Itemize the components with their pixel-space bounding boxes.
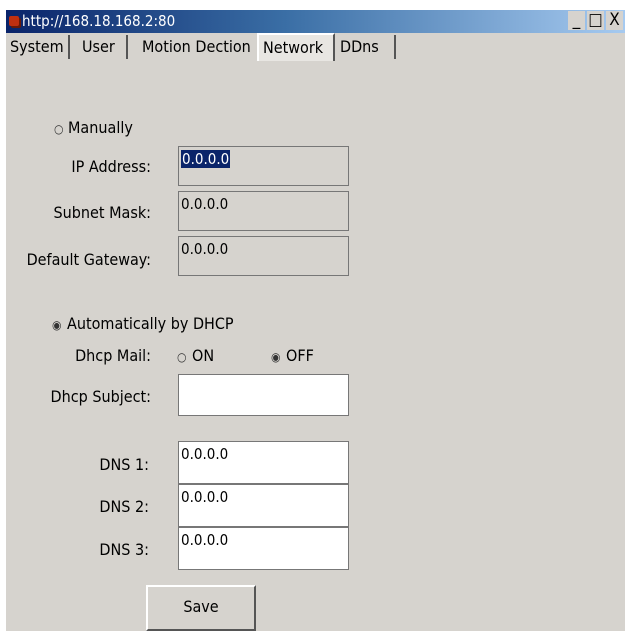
subnet-mask-label: Subnet Mask: — [53, 203, 151, 222]
dhcp-mail-off-label: OFF — [286, 346, 314, 365]
maximize-button[interactable]: □ — [587, 11, 604, 30]
ip-address-field[interactable]: 0.0.0.0 — [178, 146, 349, 186]
dhcp-subject-label: Dhcp Subject: — [50, 387, 151, 406]
dhcp-mail-label: Dhcp Mail: — [75, 346, 151, 365]
tab-network[interactable]: Network — [257, 33, 335, 61]
dns2-label: DNS 2: — [99, 497, 149, 516]
tab-system[interactable]: System — [6, 35, 70, 59]
title-bar: http://168.18.168.2:80 _ □ X — [6, 10, 625, 33]
ip-address-value: 0.0.0.0 — [181, 150, 231, 168]
minimize-button[interactable]: _ — [568, 11, 585, 30]
tab-motion-dection[interactable]: Motion Dection — [138, 35, 260, 59]
window-controls: _ □ X — [568, 11, 623, 32]
dhcp-mail-off-radio[interactable]: ◉ — [271, 351, 283, 363]
dhcp-radio[interactable]: ◉ — [52, 319, 64, 331]
default-gateway-label: Default Gateway: — [26, 250, 151, 269]
tab-user[interactable]: User — [78, 35, 128, 59]
ip-address-label: IP Address: — [71, 157, 151, 176]
dhcp-mail-on-label: ON — [192, 346, 215, 365]
subnet-mask-field[interactable]: 0.0.0.0 — [178, 191, 349, 231]
browser-window: http://168.18.168.2:80 _ □ X System User… — [6, 10, 625, 631]
dns3-field[interactable]: 0.0.0.0 — [178, 527, 349, 570]
dhcp-label: Automatically by DHCP — [67, 314, 234, 333]
manual-radio[interactable]: ○ — [54, 123, 66, 135]
dhcp-mail-on-radio[interactable]: ○ — [177, 351, 189, 363]
dns1-field[interactable]: 0.0.0.0 — [178, 441, 349, 484]
dns1-label: DNS 1: — [99, 455, 149, 474]
dns2-field[interactable]: 0.0.0.0 — [178, 484, 349, 527]
app-icon — [9, 16, 19, 26]
window-url: http://168.18.168.2:80 — [22, 12, 176, 30]
tab-bar: System User Motion Dection Network DDns — [6, 33, 625, 61]
tab-ddns[interactable]: DDns — [336, 35, 396, 59]
dhcp-subject-field[interactable] — [178, 374, 349, 416]
manual-label: Manually — [68, 118, 133, 137]
save-button[interactable]: Save — [146, 585, 256, 631]
close-button[interactable]: X — [606, 11, 623, 30]
dns3-label: DNS 3: — [99, 540, 149, 559]
default-gateway-field[interactable]: 0.0.0.0 — [178, 236, 349, 276]
